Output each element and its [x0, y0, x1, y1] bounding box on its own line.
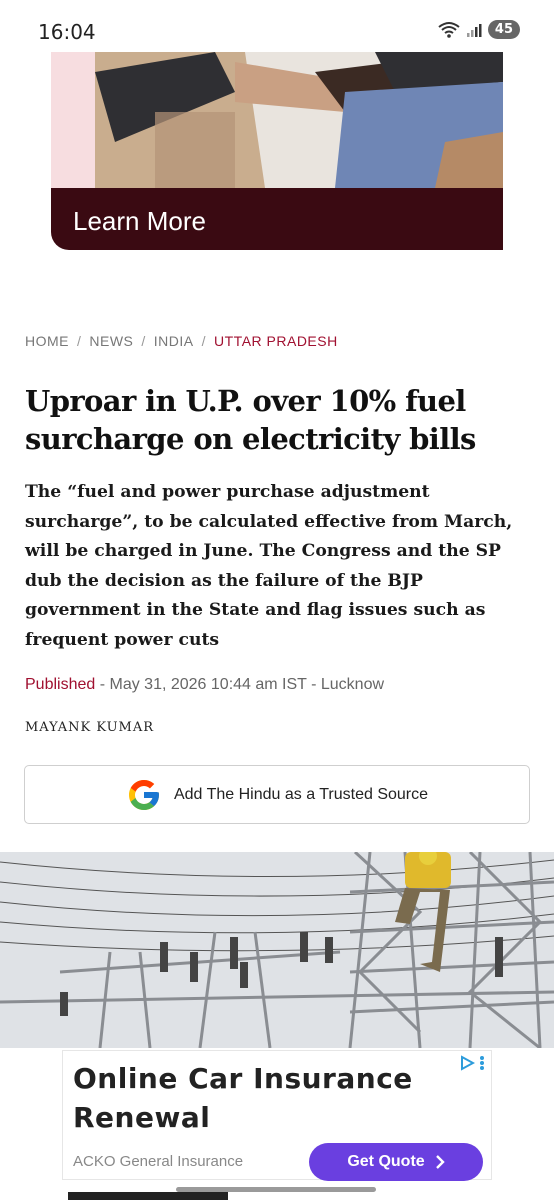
ad-choices[interactable] [459, 1055, 485, 1071]
breadcrumb: HOME / NEWS / INDIA / UTTAR PRADESH [25, 333, 338, 349]
published-label: Published [25, 676, 96, 693]
add-trusted-source-button[interactable]: Add The Hindu as a Trusted Source [24, 765, 530, 824]
breadcrumb-uttar-pradesh[interactable]: UTTAR PRADESH [214, 333, 338, 349]
published-line: Published - May 31, 2026 10:44 am IST - … [25, 676, 384, 694]
status-time: 16:04 [38, 20, 96, 44]
wifi-icon [438, 21, 460, 38]
breadcrumb-separator: / [77, 333, 82, 349]
more-options-icon[interactable] [479, 1055, 485, 1071]
ad-title[interactable]: Online Car Insurance Renewal [73, 1059, 453, 1137]
breadcrumb-india[interactable]: INDIA [154, 333, 194, 349]
bottom-ad-banner[interactable]: Online Car Insurance Renewal ACKO Genera… [62, 1050, 492, 1181]
breadcrumb-separator: / [141, 333, 146, 349]
google-g-icon [128, 779, 159, 810]
ad-advertiser: ACKO General Insurance [73, 1153, 244, 1170]
get-quote-button[interactable]: Get Quote [309, 1143, 483, 1181]
trusted-source-label: Add The Hindu as a Trusted Source [173, 785, 429, 803]
learn-more-button[interactable]: Learn More [51, 188, 503, 250]
home-indicator[interactable] [176, 1187, 376, 1192]
top-ad-banner[interactable]: Learn More [51, 52, 503, 250]
published-date-location: - May 31, 2026 10:44 am IST - Lucknow [95, 676, 385, 693]
article-summary: The “fuel and power purchase adjustment … [25, 482, 513, 650]
status-icons: 45 [438, 20, 520, 39]
author-name[interactable]: MAYANK KUMAR [25, 720, 154, 735]
get-quote-label: Get Quote [347, 1153, 425, 1170]
adchoices-icon[interactable] [459, 1055, 475, 1071]
breadcrumb-news[interactable]: NEWS [89, 333, 133, 349]
breadcrumb-home[interactable]: HOME [25, 333, 69, 349]
breadcrumb-separator: / [201, 333, 207, 349]
chevron-right-icon [435, 1155, 445, 1169]
article-headline: Uproar in U.P. over 10% fuel surcharge o… [25, 384, 476, 456]
signal-icon [466, 23, 482, 37]
battery-indicator: 45 [487, 20, 520, 39]
ad-handshake-image [95, 52, 503, 188]
article-lead-image [0, 852, 554, 1048]
